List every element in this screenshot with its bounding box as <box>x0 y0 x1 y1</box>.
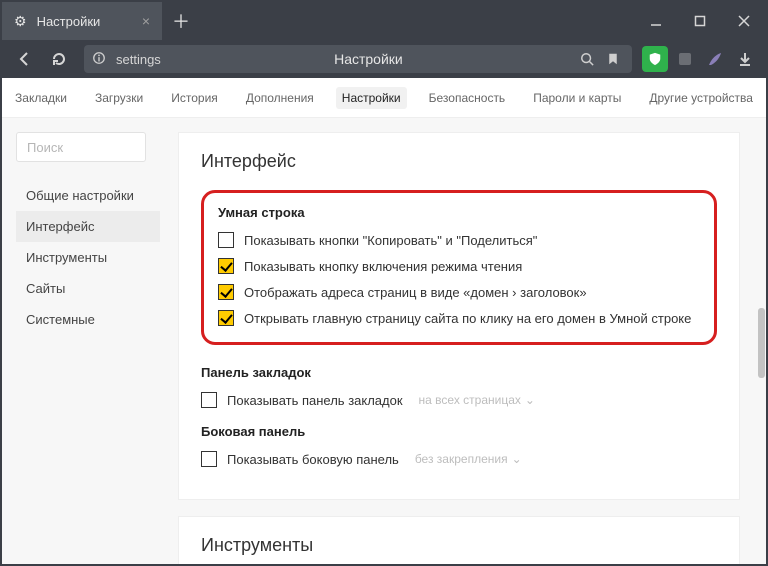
extension-icon[interactable] <box>672 46 698 72</box>
downloads-icon[interactable] <box>732 46 758 72</box>
smart-line-option-label: Показывать кнопку включения режима чтени… <box>244 259 522 274</box>
tab-close-icon[interactable]: × <box>142 13 150 29</box>
chevron-down-icon: ⌄ <box>525 393 535 407</box>
search-placeholder: Поиск <box>27 140 63 155</box>
interface-card: Интерфейс Умная строка Показывать кнопки… <box>178 132 740 500</box>
address-bar: settings Настройки <box>2 40 766 78</box>
settings-nav-item[interactable]: Другие устройства <box>643 87 759 109</box>
side-panel-label: Показывать боковую панель <box>227 452 399 467</box>
close-button[interactable] <box>722 2 766 40</box>
sidebar-item[interactable]: Интерфейс <box>16 211 160 242</box>
scrollbar-thumb[interactable] <box>758 308 765 378</box>
smart-line-checkbox[interactable] <box>218 232 234 248</box>
smart-line-option: Показывать кнопку включения режима чтени… <box>218 258 700 274</box>
chevron-down-icon: ⌄ <box>512 452 522 466</box>
browser-window: ⚙ Настройки × ＋ s <box>0 0 768 566</box>
settings-nav-item[interactable]: Безопасность <box>423 87 512 109</box>
smart-line-checkbox[interactable] <box>218 258 234 274</box>
side-panel-checkbox[interactable] <box>201 451 217 467</box>
settings-content: Интерфейс Умная строка Показывать кнопки… <box>160 118 766 564</box>
settings-nav-item[interactable]: Пароли и карты <box>527 87 627 109</box>
bookmarks-bar-checkbox[interactable] <box>201 392 217 408</box>
bookmarks-bar-dropdown[interactable]: на всех страницах ⌄ <box>419 393 535 407</box>
settings-sidebar: Поиск Общие настройкиИнтерфейсИнструмент… <box>2 118 160 564</box>
tab-title: Настройки <box>37 14 132 29</box>
tools-card: Инструменты Автозаполнение Предлагать ав… <box>178 516 740 564</box>
smart-line-title: Умная строка <box>218 205 700 220</box>
settings-nav-item[interactable]: История <box>165 87 224 109</box>
gear-icon: ⚙ <box>14 13 27 30</box>
settings-nav-item[interactable]: Настройки <box>336 87 407 109</box>
sidebar-item[interactable]: Инструменты <box>16 242 160 273</box>
bookmark-icon[interactable] <box>602 48 624 70</box>
tools-heading: Инструменты <box>201 535 717 556</box>
bookmarks-bar-label: Показывать панель закладок <box>227 393 403 408</box>
settings-nav-item[interactable]: Дополнения <box>240 87 320 109</box>
smart-line-option-label: Показывать кнопки "Копировать" и "Подели… <box>244 233 537 248</box>
site-info-icon[interactable] <box>92 51 108 68</box>
settings-nav-item[interactable]: Закладки <box>9 87 73 109</box>
smart-line-option: Показывать кнопки "Копировать" и "Подели… <box>218 232 700 248</box>
window-controls <box>634 2 766 40</box>
bookmarks-bar-row: Показывать панель закладок на всех стран… <box>201 392 717 408</box>
interface-heading: Интерфейс <box>201 151 717 172</box>
settings-nav: Закладки Загрузки История Дополнения Настрой… <box>2 78 766 118</box>
smart-line-option-label: Открывать главную страницу сайта по клик… <box>244 311 691 326</box>
smart-line-highlight: Умная строка Показывать кнопки "Копирова… <box>201 190 717 345</box>
smart-line-option: Отображать адреса страниц в виде «домен … <box>218 284 700 300</box>
minimize-button[interactable] <box>634 2 678 40</box>
smart-line-checkbox[interactable] <box>218 284 234 300</box>
search-icon[interactable] <box>576 48 598 70</box>
url-text: settings <box>116 52 161 67</box>
main-area: Поиск Общие настройкиИнтерфейсИнструмент… <box>2 118 766 564</box>
smart-line-option: Открывать главную страницу сайта по клик… <box>218 310 700 326</box>
feather-icon[interactable] <box>702 46 728 72</box>
sidebar-item[interactable]: Общие настройки <box>16 180 160 211</box>
maximize-button[interactable] <box>678 2 722 40</box>
address-field[interactable]: settings Настройки <box>84 45 632 73</box>
smart-line-option-label: Отображать адреса страниц в виде «домен … <box>244 285 587 300</box>
settings-nav-item[interactable]: Загрузки <box>89 87 149 109</box>
bookmarks-bar-title: Панель закладок <box>201 365 717 380</box>
titlebar: ⚙ Настройки × ＋ <box>2 2 766 40</box>
page-title-address: Настройки <box>169 51 568 67</box>
side-panel-row: Показывать боковую панель без закреплени… <box>201 451 717 467</box>
settings-search-input[interactable]: Поиск <box>16 132 146 162</box>
back-button[interactable] <box>10 44 40 74</box>
protect-shield-icon[interactable] <box>642 46 668 72</box>
new-tab-button[interactable]: ＋ <box>162 2 200 40</box>
side-panel-title: Боковая панель <box>201 424 717 439</box>
reload-button[interactable] <box>44 44 74 74</box>
smart-line-checkbox[interactable] <box>218 310 234 326</box>
browser-tab[interactable]: ⚙ Настройки × <box>2 2 162 40</box>
sidebar-item[interactable]: Сайты <box>16 273 160 304</box>
side-panel-dropdown[interactable]: без закрепления ⌄ <box>415 452 522 466</box>
sidebar-item[interactable]: Системные <box>16 304 160 335</box>
